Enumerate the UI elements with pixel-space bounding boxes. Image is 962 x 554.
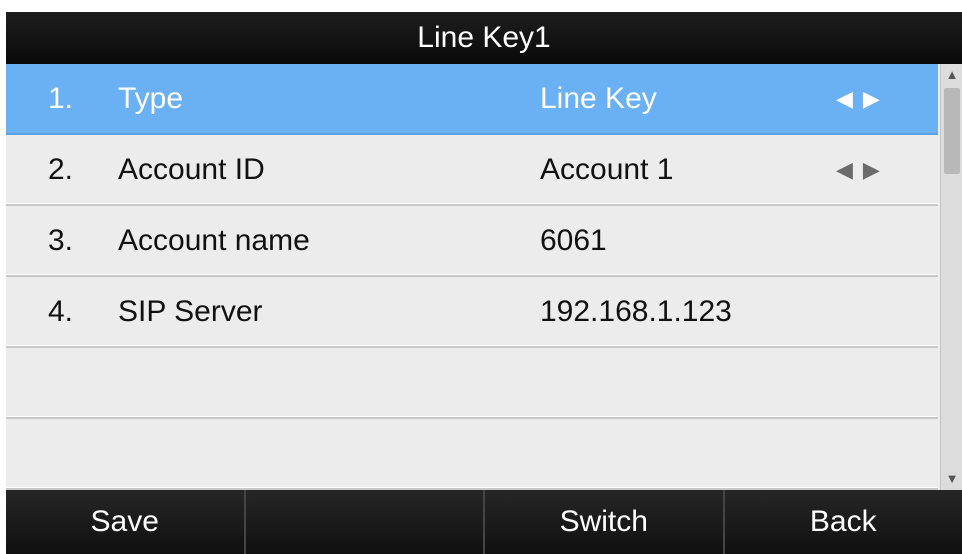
item-label: Account name xyxy=(118,224,310,257)
scroll-down-icon[interactable]: ▼ xyxy=(941,470,962,490)
list-item-account-name[interactable]: 3. Account name 6061 xyxy=(6,206,938,277)
item-number: 3. xyxy=(48,224,74,257)
item-value: 6061 xyxy=(540,224,607,257)
list-item-sip-server[interactable]: 4. SIP Server 192.168.1.123 xyxy=(6,277,938,348)
value-switch-arrows[interactable]: ◀▶ xyxy=(836,64,890,133)
item-number: 1. xyxy=(48,82,74,115)
softkey-empty[interactable] xyxy=(246,490,485,554)
item-value: Account 1 xyxy=(540,153,674,186)
arrow-left-icon[interactable]: ◀ xyxy=(836,86,863,111)
list-item-empty xyxy=(6,348,938,419)
item-value: 192.168.1.123 xyxy=(540,295,732,328)
list-item-empty xyxy=(6,419,938,490)
item-number: 2. xyxy=(48,153,74,186)
item-label: Type xyxy=(118,82,184,115)
arrow-left-icon[interactable]: ◀ xyxy=(836,157,863,182)
item-number: 4. xyxy=(48,295,74,328)
switch-button[interactable]: Switch xyxy=(485,490,725,554)
phone-screen: Line Key1 1. Type Line Key ◀▶ 2. Account… xyxy=(6,12,962,554)
value-switch-arrows[interactable]: ◀▶ xyxy=(836,135,890,204)
save-button[interactable]: Save xyxy=(6,490,246,554)
list-item-account-id[interactable]: 2. Account ID Account 1 ◀▶ xyxy=(6,135,938,206)
list-item-type[interactable]: 1. Type Line Key ◀▶ xyxy=(6,64,938,135)
back-button[interactable]: Back xyxy=(725,490,962,554)
softkey-bar: Save Switch Back xyxy=(6,490,962,554)
item-label: SIP Server xyxy=(118,295,263,328)
arrow-right-icon[interactable]: ▶ xyxy=(863,157,890,182)
arrow-right-icon[interactable]: ▶ xyxy=(863,86,890,111)
page-title: Line Key1 xyxy=(6,12,962,64)
settings-list: 1. Type Line Key ◀▶ 2. Account ID Accoun… xyxy=(6,64,938,490)
item-value: Line Key xyxy=(540,82,657,115)
scroll-up-icon[interactable]: ▲ xyxy=(941,64,962,84)
scrollbar[interactable]: ▲ ▼ xyxy=(940,64,962,490)
item-label: Account ID xyxy=(118,153,265,186)
scroll-thumb[interactable] xyxy=(944,88,960,174)
